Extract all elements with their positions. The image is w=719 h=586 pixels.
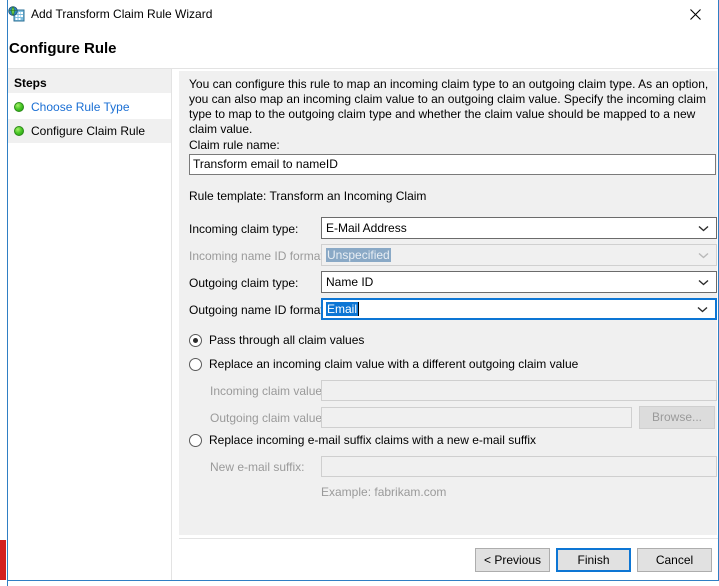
form-panel: You can configure this rule to map an in…: [179, 71, 717, 535]
incoming-claim-type-value: E-Mail Address: [326, 221, 407, 235]
outgoing-claim-type-value: Name ID: [326, 275, 374, 289]
incoming-name-id-format-label: Incoming name ID format:: [189, 249, 328, 263]
radio-icon: [189, 357, 202, 371]
step-bullet-icon: [14, 126, 24, 136]
pass-through-label: Pass through all claim values: [209, 333, 365, 347]
replace-email-suffix-label: Replace incoming e-mail suffix claims wi…: [209, 433, 537, 447]
claim-rule-name-input[interactable]: Transform email to nameID: [189, 154, 716, 175]
add-transform-claim-rule-wizard-window: Add Transform Claim Rule Wizard Configur…: [8, 0, 719, 580]
claim-rule-name-label: Claim rule name:: [189, 138, 280, 152]
outgoing-claim-value-label: Outgoing claim value:: [210, 411, 326, 425]
new-email-suffix-label: New e-mail suffix:: [210, 460, 305, 474]
browse-button: Browse...: [639, 406, 715, 429]
previous-button[interactable]: < Previous: [475, 548, 550, 572]
background-red-accent: [0, 540, 6, 580]
chevron-down-icon: [698, 245, 709, 265]
example-suffix-hint: Example: fabrikam.com: [321, 485, 447, 499]
title-bar: Add Transform Claim Rule Wizard: [8, 0, 718, 29]
sidebar-item-configure-claim-rule[interactable]: Configure Claim Rule: [8, 119, 171, 143]
footer-button-bar: < Previous Finish Cancel: [172, 539, 718, 580]
pass-through-radio-option[interactable]: Pass through all claim values: [189, 333, 364, 347]
intro-description: You can configure this rule to map an in…: [189, 77, 709, 136]
incoming-claim-value-label: Incoming claim value:: [210, 384, 326, 398]
content-panel: You can configure this rule to map an in…: [172, 69, 718, 580]
rule-template-text: Rule template: Transform an Incoming Cla…: [189, 189, 427, 203]
page-title: Configure Rule: [9, 40, 117, 57]
sidebar-item-label: Choose Rule Type: [31, 100, 130, 114]
steps-sidebar: Steps Choose Rule Type Configure Claim R…: [8, 69, 171, 580]
replace-email-suffix-radio-option[interactable]: Replace incoming e-mail suffix claims wi…: [189, 433, 536, 447]
incoming-name-id-format-value: Unspecified: [326, 248, 391, 262]
close-button[interactable]: [673, 0, 718, 29]
radio-icon: [189, 433, 202, 447]
replace-claim-value-radio-option[interactable]: Replace an incoming claim value with a d…: [189, 357, 578, 371]
incoming-claim-type-label: Incoming claim type:: [189, 222, 299, 236]
new-email-suffix-input: [321, 456, 717, 477]
incoming-claim-type-dropdown[interactable]: E-Mail Address: [321, 217, 717, 239]
chevron-down-icon: [698, 272, 709, 292]
steps-title: Steps: [14, 76, 47, 90]
step-bullet-icon: [14, 102, 24, 112]
window-title: Add Transform Claim Rule Wizard: [31, 7, 213, 21]
outgoing-name-id-format-dropdown[interactable]: Email: [321, 298, 717, 320]
close-icon: [690, 9, 701, 20]
finish-button[interactable]: Finish: [556, 548, 631, 572]
outgoing-claim-type-label: Outgoing claim type:: [189, 276, 299, 290]
outgoing-name-id-format-value: Email: [326, 302, 360, 316]
incoming-claim-value-input: [321, 380, 717, 401]
adfs-claim-rule-icon: [8, 6, 25, 23]
outgoing-claim-type-dropdown[interactable]: Name ID: [321, 271, 717, 293]
background-window-bottom-border: [7, 580, 719, 581]
sidebar-item-choose-rule-type[interactable]: Choose Rule Type: [8, 95, 171, 119]
cancel-button[interactable]: Cancel: [637, 548, 712, 572]
sidebar-item-label: Configure Claim Rule: [31, 124, 146, 138]
outgoing-name-id-format-label: Outgoing name ID format:: [189, 303, 328, 317]
chevron-down-icon: [697, 300, 708, 318]
radio-icon: [189, 333, 202, 347]
incoming-name-id-format-dropdown: Unspecified: [321, 244, 717, 266]
outgoing-claim-value-input: [321, 407, 632, 428]
replace-claim-value-label: Replace an incoming claim value with a d…: [209, 357, 579, 371]
chevron-down-icon: [698, 218, 709, 238]
